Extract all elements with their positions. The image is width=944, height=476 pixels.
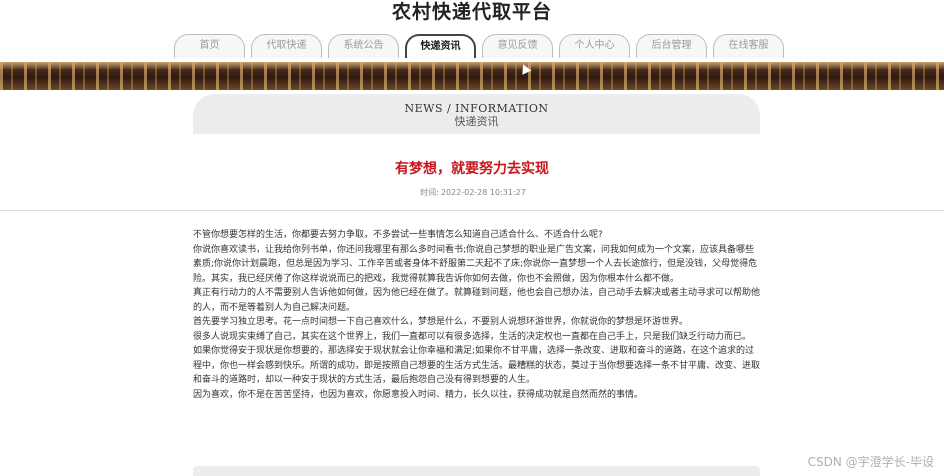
article-meta: 时间: 2022-02-28 10:31:27 (0, 187, 944, 198)
nav-tab-support[interactable]: 在线客服 (713, 34, 784, 58)
nav-tab-feedback[interactable]: 意见反馈 (482, 34, 553, 58)
site-title: 农村快递代取平台 (391, 1, 552, 23)
watermark: CSDN @宇澄学长-毕设 (807, 455, 934, 469)
nav-tab-pickup[interactable]: 代取快递 (251, 34, 322, 58)
nav-tab-profile[interactable]: 个人中心 (559, 34, 630, 58)
paragraph: 不管你想要怎样的生活，你都要去努力争取，不多尝试一些事情怎么知道自己适合什么、不… (193, 230, 603, 240)
publish-time: 2022-02-28 10:31:27 (440, 188, 526, 197)
section-title-cn: 快递资讯 (454, 115, 499, 128)
footer-bar (193, 466, 760, 476)
banner-image (0, 62, 944, 90)
paragraph: 你说你喜欢读书，让我给你列书单，你还问我哪里有那么多时间看书;你说自己梦想的职业… (193, 244, 758, 284)
nav-tab-news[interactable]: 快递资讯 (405, 34, 476, 58)
site-header: 农村快递代取平台 首页 代取快递 系统公告 快递资讯 意见反馈 个人中心 后台管… (0, 0, 944, 62)
paragraph: 真正有行动力的人不需要别人告诉他如何做，因为他已经在做了。就算碰到问题，他也会自… (193, 288, 761, 313)
section-header: NEWS / INFORMATION 快递资讯 (193, 94, 760, 134)
paragraph: 很多人说现实束缚了自己，其实在这个世界上，我们一直都可以有很多选择，生活的决定权… (193, 331, 752, 342)
paragraph: 因为喜欢，你不是在苦苦坚持，也因为喜欢，你愿意投入时间、精力，长久以往，获得成功… (193, 389, 644, 400)
nav-tab-admin[interactable]: 后台管理 (636, 34, 707, 58)
main-nav: 首页 代取快递 系统公告 快递资讯 意见反馈 个人中心 后台管理 在线客服 (174, 34, 784, 60)
paragraph: 首先要学习独立思考。花一点时间想一下自己喜欢什么，梦想是什么，不要别人说想环游世… (193, 317, 689, 327)
article-title: 有梦想，就要努力去实现 (395, 161, 549, 177)
divider (0, 210, 944, 211)
section-title-en: NEWS / INFORMATION (404, 102, 549, 115)
nav-tab-home[interactable]: 首页 (174, 34, 245, 58)
time-label: 时间: (420, 188, 439, 197)
nav-tab-announcements[interactable]: 系统公告 (328, 34, 399, 58)
paragraph: 如果你觉得安于现状是你想要的，那选择安于现状就会让你幸福和满足;如果你不甘平庸，… (193, 346, 761, 385)
article-body: 不管你想要怎样的生活，你都要去努力争取，不多尝试一些事情怎么知道自己适合什么、不… (193, 228, 763, 402)
